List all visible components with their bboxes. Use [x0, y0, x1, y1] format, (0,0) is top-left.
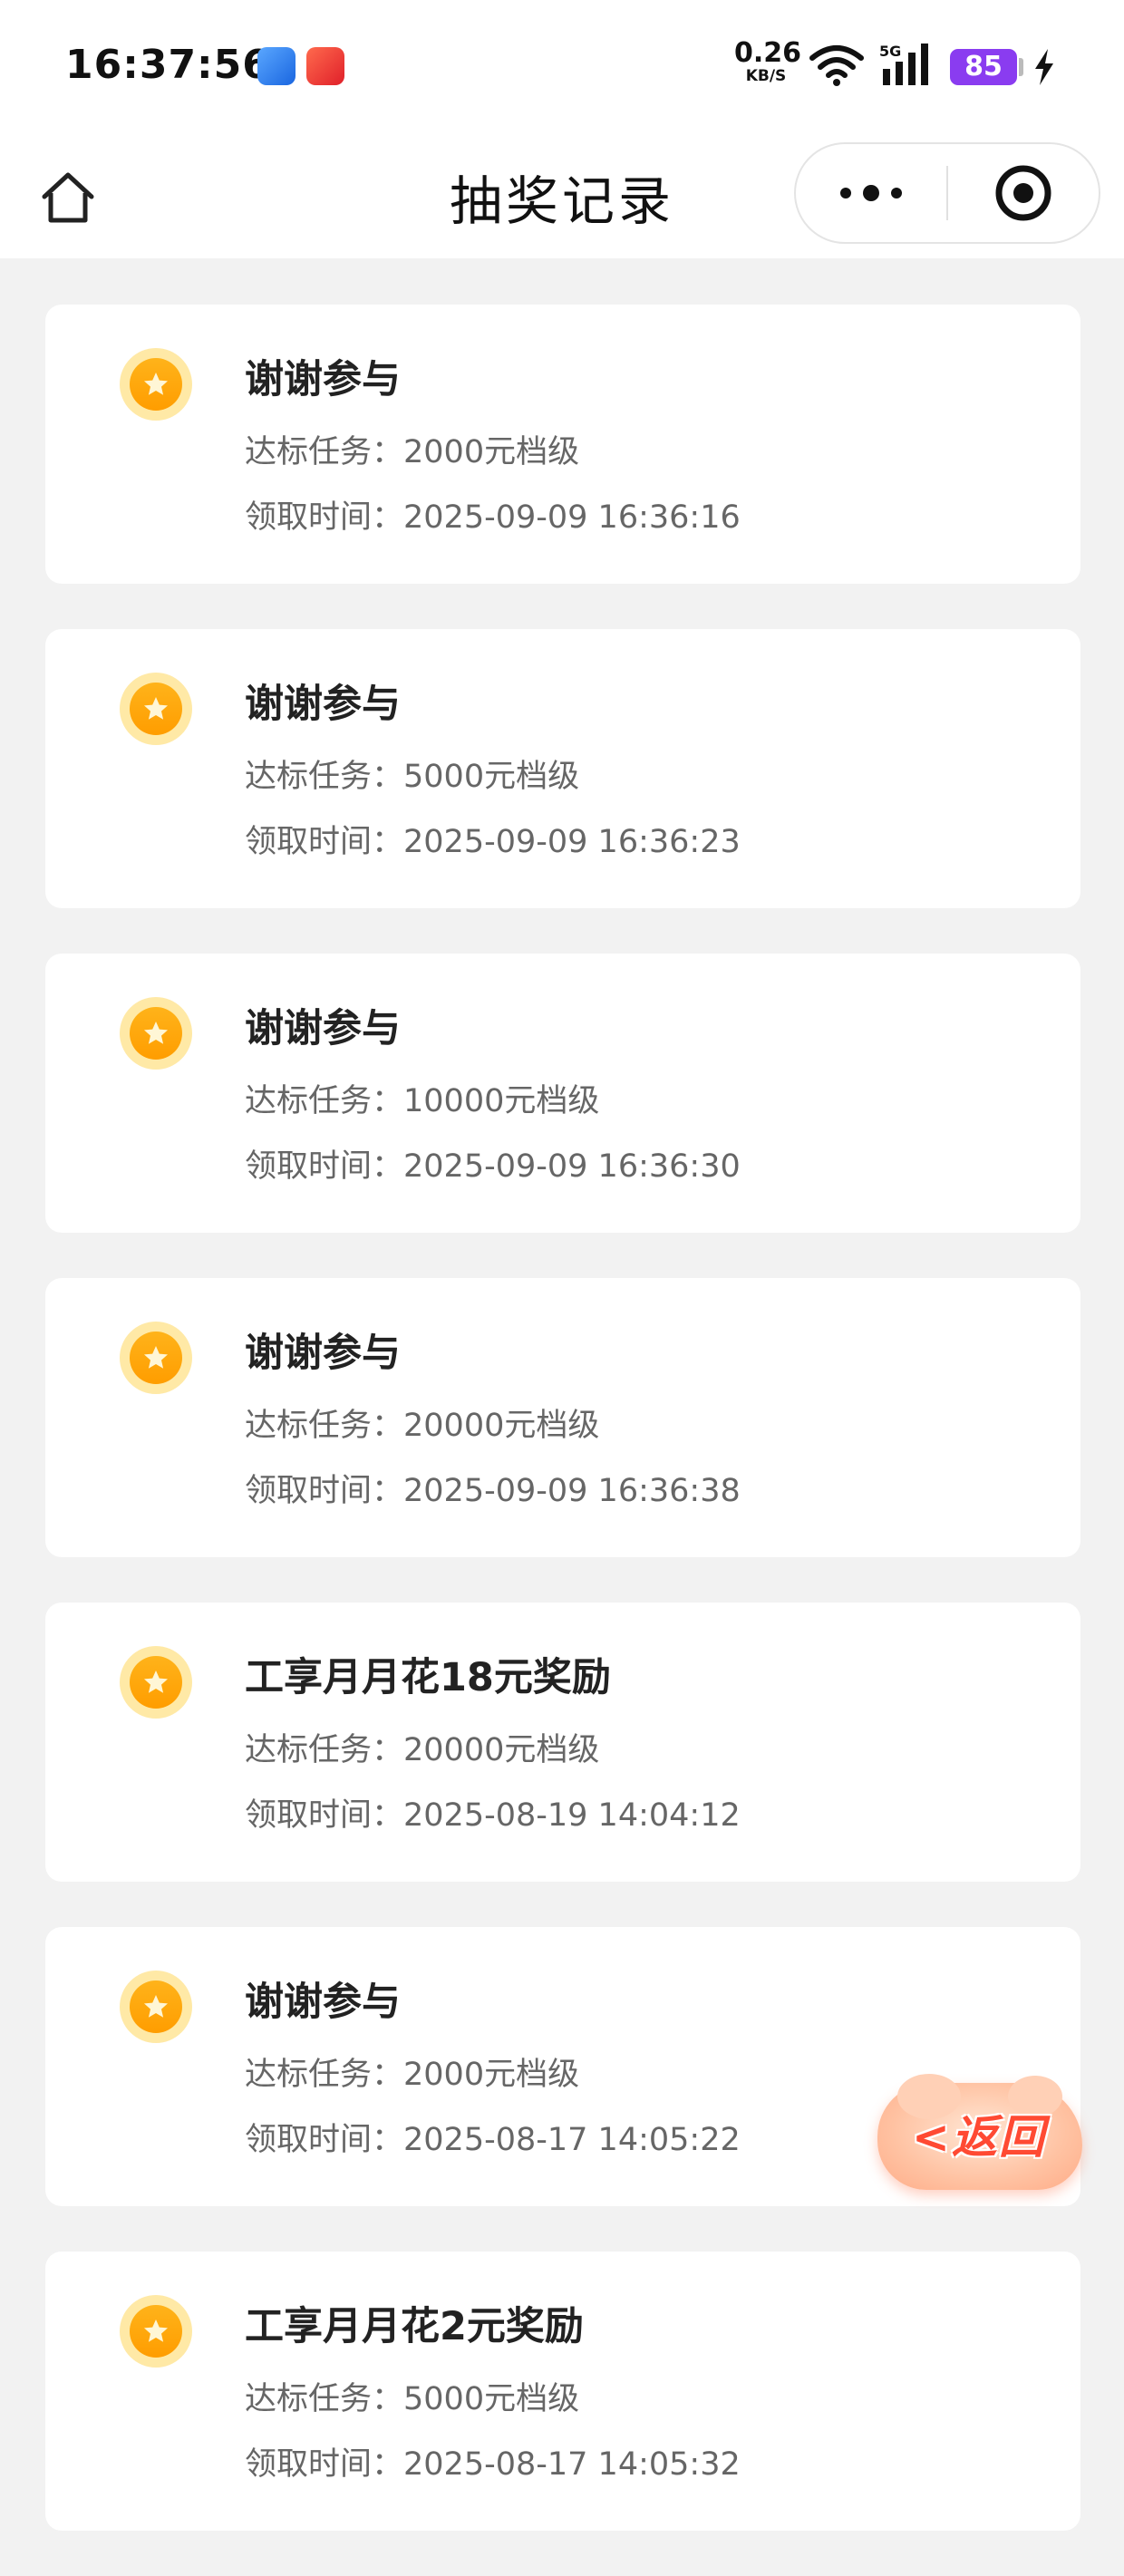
record-title: 工享月月花18元奖励: [245, 1655, 611, 1700]
task-label: 达标任务：: [245, 1408, 404, 1444]
more-button[interactable]: [796, 144, 946, 242]
coin-star-icon: [120, 2295, 192, 2368]
record-title: 谢谢参与: [245, 1006, 401, 1051]
record-time: 领取时间：2025-08-19 14:04:12: [245, 1789, 741, 1835]
cellular-signal-icon: 5G: [879, 43, 928, 85]
record-task: 达标任务：10000元档级: [245, 1075, 599, 1121]
close-button[interactable]: [948, 144, 1099, 242]
record-task: 达标任务：20000元档级: [245, 1724, 599, 1770]
time-value: 2025-08-17 14:05:22: [403, 2122, 741, 2158]
record-card: 谢谢参与 达标任务：5000元档级 领取时间：2025-09-09 16:36:…: [45, 629, 1080, 908]
task-value: 10000元档级: [403, 1083, 600, 1119]
time-value: 2025-09-09 16:36:23: [403, 824, 741, 860]
time-label: 领取时间：: [245, 824, 404, 860]
record-card: 谢谢参与 达标任务：10000元档级 领取时间：2025-09-09 16:36…: [45, 954, 1080, 1233]
home-icon: [42, 172, 94, 223]
task-label: 达标任务：: [245, 1732, 404, 1768]
task-value: 5000元档级: [403, 2381, 580, 2417]
time-label: 领取时间：: [245, 499, 404, 536]
record-title: 工享月月花2元奖励: [245, 2304, 584, 2349]
time-value: 2025-08-17 14:05:32: [403, 2446, 741, 2483]
task-value: 5000元档级: [403, 759, 580, 795]
record-task: 达标任务：2000元档级: [245, 2048, 579, 2095]
network-speed: 0.26 KB/S: [734, 37, 802, 85]
status-time: 16:37:56: [65, 42, 271, 88]
stock-app-icon: [257, 47, 296, 85]
task-label: 达标任务：: [245, 434, 404, 470]
record-card: 谢谢参与 达标任务：2000元档级 领取时间：2025-09-09 16:36:…: [45, 305, 1080, 584]
record-card: 谢谢参与 达标任务：20000元档级 领取时间：2025-09-09 16:36…: [45, 1278, 1080, 1557]
time-label: 领取时间：: [245, 1473, 404, 1509]
nav-bar: 抽奖记录: [0, 131, 1124, 258]
time-label: 领取时间：: [245, 2446, 404, 2483]
home-button[interactable]: [36, 166, 100, 229]
status-bar: 16:37:56 0.26 KB/S 5G 85: [0, 0, 1124, 131]
record-time: 领取时间：2025-09-09 16:36:23: [245, 816, 741, 862]
charging-bolt-icon: [1035, 49, 1053, 85]
task-label: 达标任务：: [245, 2381, 404, 2417]
record-task: 达标任务：20000元档级: [245, 1399, 599, 1446]
coin-star-icon: [120, 1971, 192, 2043]
lottery-record-list: 谢谢参与 达标任务：2000元档级 领取时间：2025-09-09 16:36:…: [45, 305, 1080, 2576]
time-value: 2025-09-09 16:36:30: [403, 1148, 741, 1185]
record-task: 达标任务：5000元档级: [245, 751, 579, 797]
record-card: 工享月月花18元奖励 达标任务：20000元档级 领取时间：2025-08-19…: [45, 1603, 1080, 1882]
star-icon: [144, 697, 168, 720]
record-title: 谢谢参与: [245, 1331, 401, 1376]
record-time: 领取时间：2025-08-17 14:05:32: [245, 2438, 741, 2484]
more-dots-icon: [840, 185, 902, 201]
wifi-icon: [809, 45, 864, 86]
record-card: 工享月月花2元奖励 达标任务：5000元档级 领取时间：2025-08-17 1…: [45, 2252, 1080, 2531]
task-value: 2000元档级: [403, 434, 580, 470]
task-value: 2000元档级: [403, 2057, 580, 2093]
task-label: 达标任务：: [245, 2057, 404, 2093]
time-label: 领取时间：: [245, 2122, 404, 2158]
battery-tip: [1019, 58, 1023, 76]
time-value: 2025-09-09 16:36:38: [403, 1473, 741, 1509]
time-label: 领取时间：: [245, 1797, 404, 1834]
coin-star-icon: [120, 1322, 192, 1394]
battery-indicator: 85: [950, 49, 1017, 85]
star-icon: [144, 1022, 168, 1044]
task-label: 达标任务：: [245, 1083, 404, 1119]
record-title: 谢谢参与: [245, 682, 401, 727]
coin-star-icon: [120, 1646, 192, 1719]
network-speed-unit: KB/S: [745, 67, 787, 85]
record-task: 达标任务：2000元档级: [245, 426, 579, 472]
record-title: 谢谢参与: [245, 1980, 401, 2025]
time-value: 2025-08-19 14:04:12: [403, 1797, 741, 1834]
star-icon: [144, 1995, 168, 2018]
network-speed-value: 0.26: [734, 37, 802, 69]
mini-program-capsule: [794, 142, 1100, 244]
coin-star-icon: [120, 673, 192, 745]
target-close-icon: [995, 165, 1051, 221]
task-value: 20000元档级: [403, 1408, 600, 1444]
record-time: 领取时间：2025-09-09 16:36:16: [245, 491, 741, 537]
coin-star-icon: [120, 997, 192, 1070]
record-task: 达标任务：5000元档级: [245, 2373, 579, 2419]
network-type-label: 5G: [879, 43, 901, 60]
star-icon: [144, 1671, 168, 1693]
time-value: 2025-09-09 16:36:16: [403, 499, 741, 536]
coin-star-icon: [120, 348, 192, 421]
star-icon: [144, 1346, 168, 1369]
record-time: 领取时间：2025-09-09 16:36:38: [245, 1465, 741, 1511]
star-icon: [144, 373, 168, 395]
record-title: 谢谢参与: [245, 357, 401, 402]
star-icon: [144, 2319, 168, 2342]
shopping-app-icon: [306, 47, 344, 85]
time-label: 领取时间：: [245, 1148, 404, 1185]
record-time: 领取时间：2025-08-17 14:05:22: [245, 2114, 741, 2160]
return-label: <返回: [912, 2111, 1046, 2164]
task-value: 20000元档级: [403, 1732, 600, 1768]
task-label: 达标任务：: [245, 759, 404, 795]
return-float-button[interactable]: <返回: [872, 2067, 1088, 2203]
record-time: 领取时间：2025-09-09 16:36:30: [245, 1140, 741, 1186]
